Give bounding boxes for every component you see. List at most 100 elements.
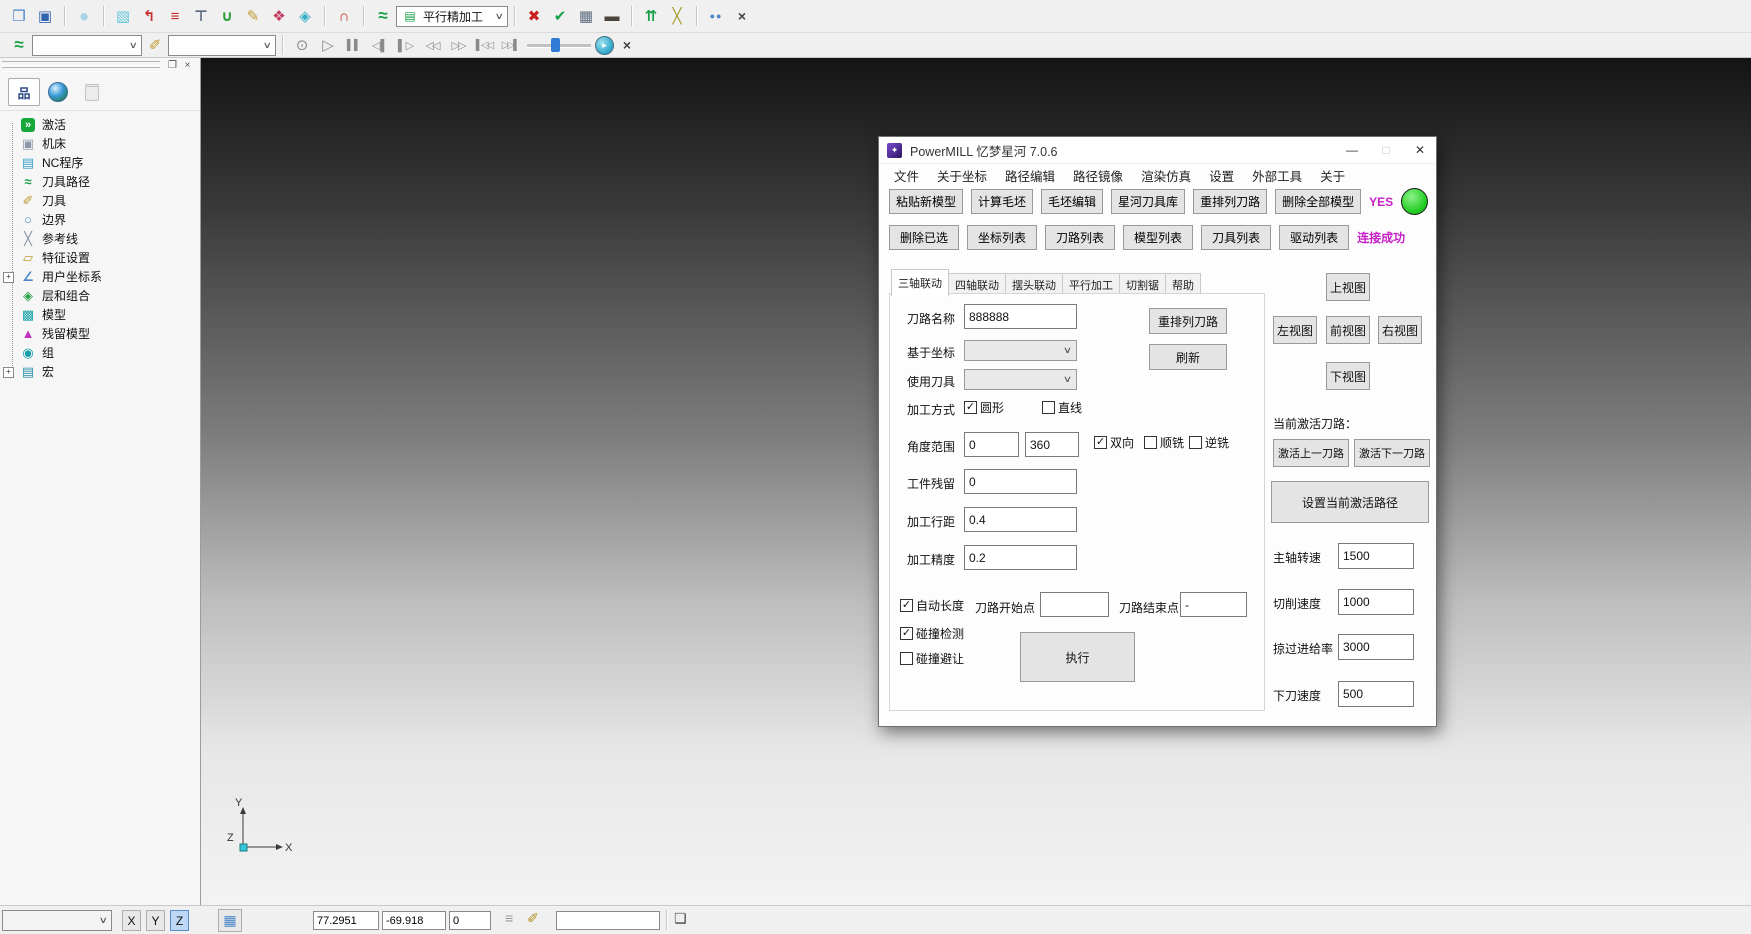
cutting-speed-input[interactable] (1338, 589, 1414, 615)
refresh-button[interactable]: 刷新 (1149, 344, 1227, 370)
go-to-start-icon[interactable] (471, 32, 497, 58)
list-icon[interactable]: ≡ (505, 910, 513, 926)
line-checkbox[interactable]: 直线 (1042, 399, 1082, 416)
expand-icon[interactable]: + (3, 272, 14, 283)
panel-close-icon[interactable]: × (181, 59, 194, 72)
dialog-titlebar[interactable]: PowerMILL 忆梦星河 7.0.6 — □ ✕ (879, 137, 1436, 164)
tree-item-features[interactable]: 特征设置 (0, 248, 200, 267)
tool-retract-icon[interactable] (638, 3, 664, 29)
sim-clock-icon[interactable] (595, 36, 614, 55)
skim-feed-input[interactable] (1338, 634, 1414, 660)
dialog-list-button[interactable]: 驱动列表 (1279, 225, 1349, 250)
block-icon[interactable] (110, 3, 136, 29)
tree-item-toolpaths[interactable]: 刀具路径 (0, 172, 200, 191)
dialog-list-button[interactable]: 删除已选 (889, 225, 959, 250)
step-forward-icon[interactable] (393, 32, 419, 58)
pattern-icon[interactable] (240, 3, 266, 29)
axis-button-y[interactable]: Y (146, 910, 165, 931)
stock-remaining-input[interactable] (964, 469, 1077, 494)
swap-axes-icon[interactable] (664, 3, 690, 29)
view-front-button[interactable]: 前视图 (1326, 316, 1370, 344)
angle-from-input[interactable] (964, 432, 1019, 457)
slider-handle[interactable] (551, 38, 560, 52)
toolpath-list-icon[interactable] (162, 3, 188, 29)
expand-icon[interactable]: + (3, 367, 14, 378)
menu-item[interactable]: 关于坐标 (928, 166, 996, 185)
window-layout-icon[interactable]: ❏ (674, 910, 687, 927)
tree-item-groups[interactable]: 组 (0, 343, 200, 362)
climb-mill-checkbox[interactable]: 顺铣 (1144, 434, 1184, 451)
statusbar-message-box[interactable] (556, 911, 660, 930)
view-top-button[interactable]: 上视图 (1326, 273, 1370, 301)
tree-item-nc[interactable]: NC程序 (0, 153, 200, 172)
coordinate-box-1[interactable] (382, 911, 446, 930)
dialog-action-button[interactable]: 毛坯编辑 (1041, 189, 1103, 214)
shaded-model-icon[interactable] (71, 3, 97, 29)
maximize-icon[interactable]: □ (1378, 143, 1394, 157)
step-back-icon[interactable] (367, 32, 393, 58)
dialog-list-button[interactable]: 坐标列表 (967, 225, 1037, 250)
tolerance-input[interactable] (964, 545, 1077, 570)
rewind-icon[interactable] (419, 32, 445, 58)
workplane-icon[interactable] (292, 3, 318, 29)
coordinate-box-2[interactable] (449, 911, 491, 930)
close-icon[interactable]: ✕ (1412, 143, 1428, 157)
tree-item-activate[interactable]: 激活 (0, 115, 200, 134)
delete-toolbox-icon[interactable] (521, 3, 547, 29)
dialog-list-button[interactable]: 刀路列表 (1045, 225, 1115, 250)
menu-item[interactable]: 路径编辑 (996, 166, 1064, 185)
dialog-action-button[interactable]: 计算毛坯 (971, 189, 1033, 214)
use-tool-select[interactable]: ∨ (964, 369, 1077, 390)
toolpath-end-input[interactable] (1180, 592, 1247, 617)
sim-toolpath-combo[interactable]: ∨ (32, 35, 142, 56)
view-left-button[interactable]: 左视图 (1273, 316, 1317, 344)
menu-item[interactable]: 关于 (1311, 166, 1354, 185)
strategy-combo[interactable]: 平行精加工∨ (396, 6, 508, 27)
menu-item[interactable]: 外部工具 (1243, 166, 1311, 185)
tree-item-macro[interactable]: +宏 (0, 362, 200, 381)
dialog-list-button[interactable]: 模型列表 (1123, 225, 1193, 250)
axis-button-z[interactable]: Z (170, 910, 189, 931)
pause-icon[interactable] (341, 32, 367, 58)
sim-tool-icon[interactable] (142, 32, 168, 58)
dialog-action-button[interactable]: 重排列刀路 (1193, 189, 1267, 214)
tab-三轴联动[interactable]: 三轴联动 (891, 269, 949, 297)
panel-restore-icon[interactable]: ❐ (166, 59, 179, 72)
view-bottom-button[interactable]: 下视图 (1326, 362, 1370, 390)
dialog-action-button[interactable]: 删除全部模型 (1275, 189, 1361, 214)
circle-checkbox[interactable]: 圆形 (964, 399, 1004, 416)
bidirectional-checkbox[interactable]: 双向 (1094, 434, 1134, 451)
axis-button-x[interactable]: X (122, 910, 141, 931)
sim-speed-slider[interactable] (527, 35, 591, 55)
tree-item-cloud[interactable]: 边界 (0, 210, 200, 229)
view-right-button[interactable]: 右视图 (1378, 316, 1422, 344)
statusbar-select[interactable]: ∨ (2, 910, 112, 931)
grid-toggle-button[interactable]: ▦ (218, 909, 242, 932)
explorer-tab-trash[interactable] (76, 78, 108, 106)
tool-icon[interactable] (188, 3, 214, 29)
explorer-tab-tree[interactable]: 品 (8, 78, 40, 106)
menu-item[interactable]: 设置 (1200, 166, 1243, 185)
conventional-mill-checkbox[interactable]: 逆铣 (1189, 434, 1229, 451)
angle-to-input[interactable] (1025, 432, 1079, 457)
sim-toolpath-icon[interactable] (6, 32, 32, 58)
panel-dock-strip[interactable]: ❐ × (0, 58, 200, 74)
fast-forward-icon[interactable] (445, 32, 471, 58)
tool-verify-icon[interactable] (547, 3, 573, 29)
calculator-icon[interactable] (573, 3, 599, 29)
toolpath-name-input[interactable] (964, 304, 1077, 329)
stock-model-icon[interactable] (703, 3, 729, 29)
menu-item[interactable]: 文件 (885, 166, 928, 185)
active-toolpath-icon[interactable] (370, 3, 396, 29)
minimize-icon[interactable]: — (1344, 143, 1360, 157)
auto-length-checkbox[interactable]: 自动长度 (900, 597, 964, 614)
leads-links-icon[interactable] (136, 3, 162, 29)
collision-check-checkbox[interactable]: 碰撞检测 (900, 625, 964, 642)
set-active-path-button[interactable]: 设置当前激活路径 (1271, 481, 1429, 523)
dialog-action-button[interactable]: 星河刀具库 (1111, 189, 1185, 214)
tree-item-machine[interactable]: 机床 (0, 134, 200, 153)
spindle-speed-input[interactable] (1338, 543, 1414, 569)
go-to-end-icon[interactable] (497, 32, 523, 58)
execute-button[interactable]: 执行 (1020, 632, 1135, 682)
save-icon[interactable] (32, 3, 58, 29)
